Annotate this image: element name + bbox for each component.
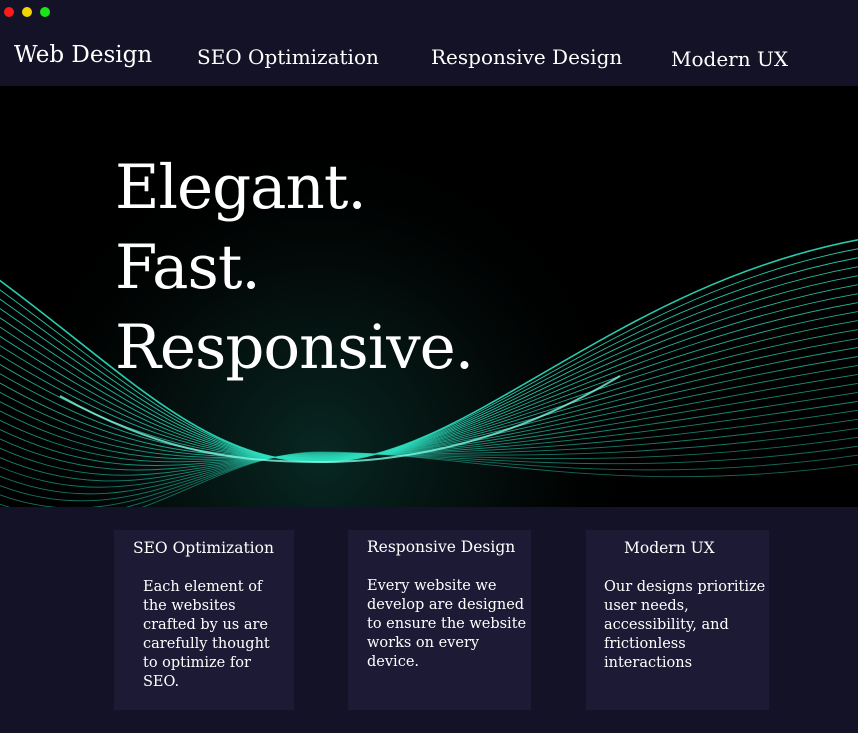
nav-item-modern-ux[interactable]: Modern UX: [671, 47, 788, 71]
feature-card-modern-ux: Modern UX Our designs prioritize user ne…: [586, 530, 769, 710]
headline-line-responsive: Responsive.: [115, 312, 474, 383]
headline-line-fast: Fast.: [115, 232, 261, 303]
feature-card-body: Every website we develop are designed to…: [367, 578, 527, 670]
feature-card-body: Each element of the websites crafted by …: [143, 579, 270, 690]
feature-card-seo: SEO Optimization Each element of the web…: [114, 530, 294, 710]
hero-section: Elegant. Fast. Responsive.: [0, 86, 858, 507]
nav-item-seo-optimization[interactable]: SEO Optimization: [197, 45, 379, 69]
feature-card-responsive: Responsive Design Every website we devel…: [348, 530, 531, 710]
feature-card-body: Our designs prioritize user needs, acces…: [604, 579, 766, 671]
nav-brand-link[interactable]: Web Design: [14, 42, 152, 68]
feature-card-title: SEO Optimization: [133, 539, 274, 557]
features-section: SEO Optimization Each element of the web…: [0, 507, 858, 733]
feature-card-title: Modern UX: [624, 539, 715, 557]
top-navigation: Web Design SEO Optimization Responsive D…: [0, 26, 858, 86]
close-window-icon[interactable]: [4, 7, 14, 17]
feature-card-title: Responsive Design: [367, 538, 516, 556]
maximize-window-icon[interactable]: [40, 7, 50, 17]
minimize-window-icon[interactable]: [22, 7, 32, 17]
window-titlebar: [0, 0, 858, 26]
nav-item-responsive-design[interactable]: Responsive Design: [431, 45, 622, 69]
headline-line-elegant: Elegant.: [115, 152, 367, 223]
hero-headline: Elegant. Fast. Responsive.: [115, 148, 474, 388]
